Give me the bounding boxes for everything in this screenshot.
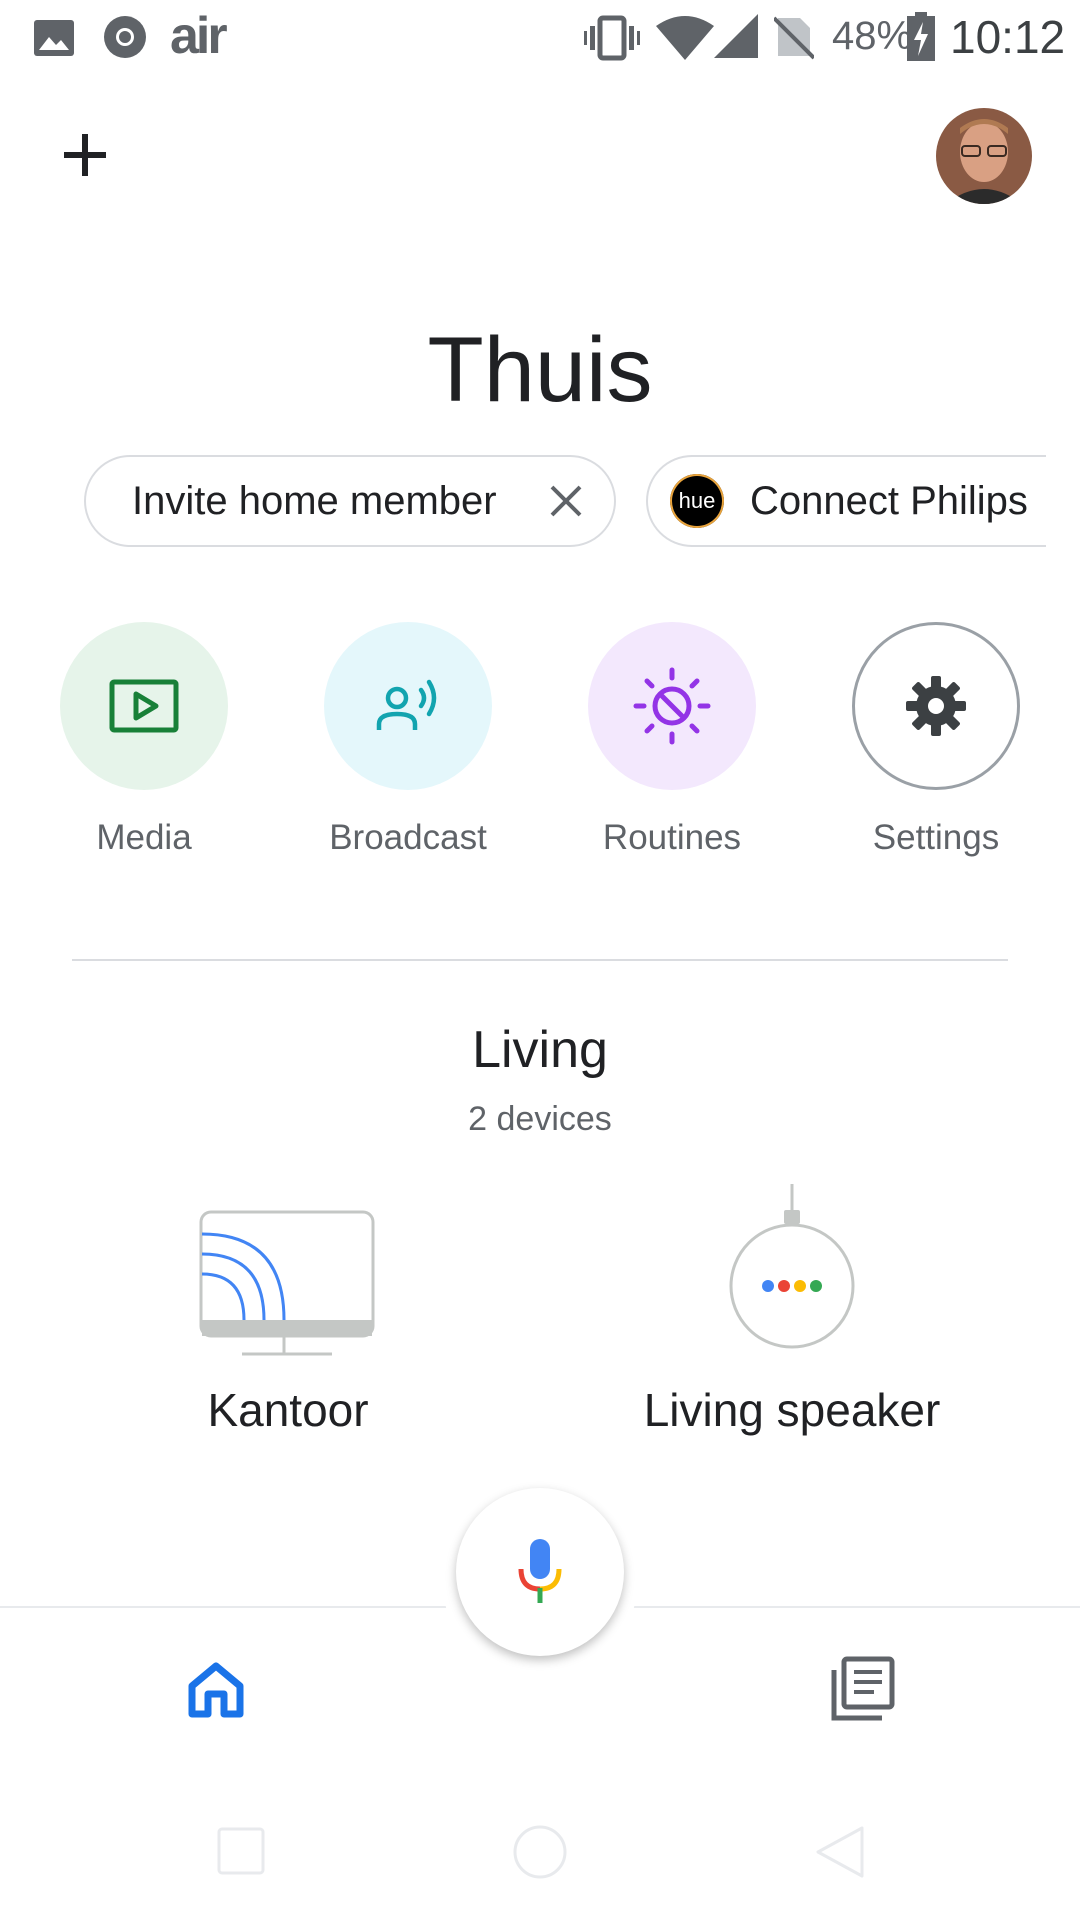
nav-feed-tab[interactable]: [830, 1656, 896, 1722]
media-icon: [109, 679, 179, 733]
google-home-mini-icon: [729, 1184, 855, 1349]
settings-label: Settings: [872, 818, 1000, 857]
home-title: Thuis: [427, 319, 653, 421]
wifi-icon: [656, 16, 714, 60]
gallery-icon: [34, 20, 74, 56]
routines-button[interactable]: [588, 622, 756, 790]
routines-action[interactable]: Routines: [587, 622, 757, 858]
battery-percentage: 48%: [832, 14, 913, 58]
room-device-count: 2 devices: [468, 1100, 612, 1138]
android-navigation-bar: [0, 1790, 1080, 1920]
no-sim-icon: [774, 16, 814, 60]
invite-chip-label: Invite home member: [132, 478, 497, 523]
device-living-speaker-label: Living speaker: [643, 1384, 941, 1436]
home-circle-icon[interactable]: [512, 1824, 568, 1880]
media-button[interactable]: [60, 622, 228, 790]
chrome-icon: [104, 16, 146, 58]
connect-philips-hue-chip[interactable]: hue Connect Philips: [646, 455, 1046, 547]
settings-action[interactable]: Settings: [851, 622, 1021, 858]
media-action[interactable]: Media: [59, 622, 229, 858]
broadcast-action[interactable]: Broadcast: [323, 622, 493, 858]
gear-icon: [906, 676, 966, 736]
back-triangle-icon[interactable]: [814, 1824, 866, 1880]
routines-icon: [633, 667, 711, 745]
avatar-photo: [936, 108, 1032, 204]
broadcast-icon: [376, 679, 437, 730]
air-app-icon: air: [170, 7, 228, 65]
battery-charging-icon: [907, 12, 935, 61]
home-icon: [188, 1662, 244, 1718]
status-bar: air 48% 10:12: [0, 0, 1080, 76]
device-kantoor[interactable]: Kantoor: [78, 1180, 498, 1437]
invite-home-member-chip[interactable]: Invite home member: [84, 455, 616, 547]
routines-label: Routines: [602, 818, 742, 857]
settings-button[interactable]: [852, 622, 1020, 790]
chromecast-tv-icon: [199, 1210, 375, 1356]
hue-chip-label: Connect Philips: [750, 478, 1028, 523]
plus-icon: [64, 134, 106, 176]
signal-icon: [714, 14, 758, 58]
feed-icon: [831, 1656, 895, 1721]
vibrate-icon: [584, 15, 640, 61]
media-label: Media: [96, 818, 192, 857]
account-avatar[interactable]: [936, 108, 1032, 204]
hue-logo-icon: hue: [670, 474, 724, 528]
broadcast-label: Broadcast: [329, 818, 487, 857]
device-kantoor-label: Kantoor: [207, 1384, 369, 1436]
device-living-speaker[interactable]: Living speaker: [582, 1180, 1002, 1437]
clock: 10:12: [950, 11, 1066, 63]
mic-icon: [518, 1539, 562, 1603]
assistant-mic-button[interactable]: [456, 1488, 624, 1656]
room-name: Living: [472, 1021, 608, 1079]
close-icon[interactable]: [546, 481, 586, 521]
add-button[interactable]: [50, 120, 120, 190]
broadcast-button[interactable]: [324, 622, 492, 790]
recent-apps-icon[interactable]: [216, 1826, 266, 1876]
divider: [72, 959, 1008, 961]
nav-home-tab[interactable]: [186, 1660, 246, 1720]
